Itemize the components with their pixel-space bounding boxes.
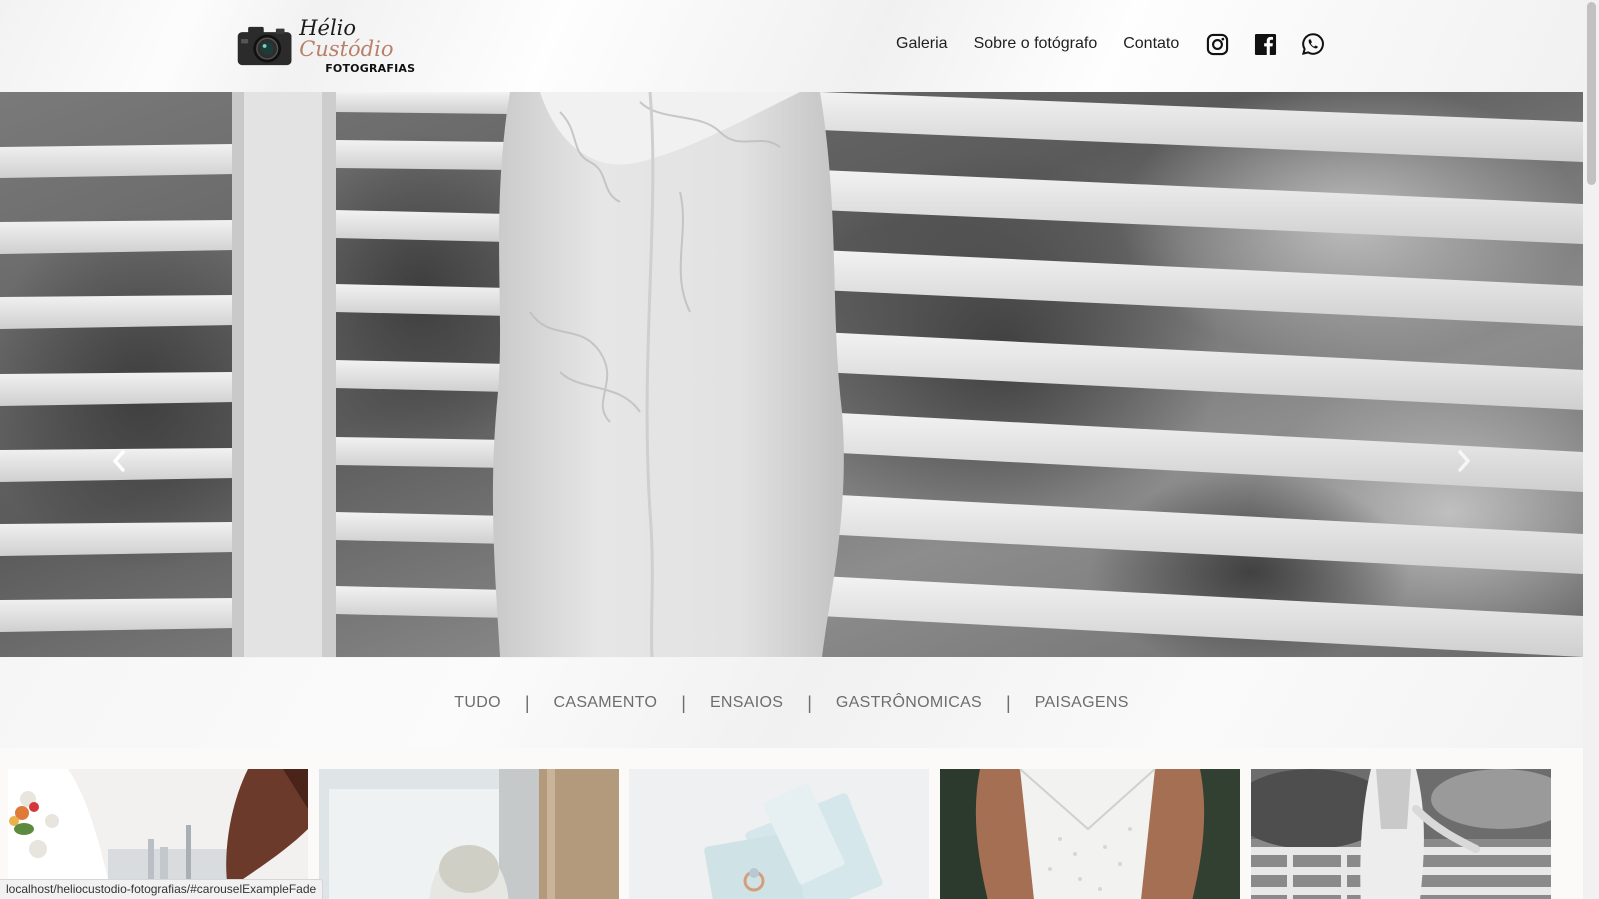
nav-sobre[interactable]: Sobre o fotógrafo xyxy=(974,35,1098,53)
gallery-thumbnail-bride-by-window[interactable] xyxy=(319,769,619,899)
filter-ensaios[interactable]: ENSAIOS xyxy=(710,694,783,712)
chevron-left-icon xyxy=(113,450,125,472)
hero-carousel[interactable] xyxy=(0,92,1583,657)
facebook-icon[interactable] xyxy=(1253,32,1277,56)
brand-subtitle: FOTOGRAFIAS xyxy=(325,62,416,75)
filter-separator: | xyxy=(1006,692,1011,713)
instagram-icon[interactable] xyxy=(1205,32,1229,56)
whatsapp-icon[interactable] xyxy=(1301,32,1325,56)
browser-status-bar: localhost/heliocustodio-fotografias/#car… xyxy=(0,879,324,899)
page-scrollbar[interactable] xyxy=(1583,0,1599,899)
brand-logo[interactable]: Hélio Custódio FOTOGRAFIAS xyxy=(236,18,436,74)
gallery-thumbnail-bride-dress-detail[interactable] xyxy=(940,769,1240,899)
carousel-next-button[interactable] xyxy=(1453,447,1475,475)
brand-name-second: Custódio xyxy=(299,37,394,61)
nav-galeria[interactable]: Galeria xyxy=(896,35,948,53)
scrollbar-thumb[interactable] xyxy=(1587,2,1596,185)
filter-separator: | xyxy=(807,692,812,713)
site-header: Hélio Custódio FOTOGRAFIAS Galeria Sobre… xyxy=(0,0,1583,92)
filter-tudo[interactable]: TUDO xyxy=(454,694,501,712)
main-nav: Galeria Sobre o fotógrafo Contato xyxy=(896,28,1325,60)
filter-gastronomicas[interactable]: GASTRÔNOMICAS xyxy=(836,694,982,712)
chevron-right-icon xyxy=(1458,450,1470,472)
gallery-thumbnail-bride-on-balcony[interactable] xyxy=(1251,769,1551,899)
photo-gallery xyxy=(0,748,1583,899)
brand-wordmark: Hélio Custódio FOTOGRAFIAS xyxy=(299,18,436,75)
filter-separator: | xyxy=(681,692,686,713)
gallery-filter-bar: TUDO | CASAMENTO | ENSAIOS | GASTRÔNOMIC… xyxy=(0,658,1583,748)
carousel-slide-image xyxy=(0,92,1583,657)
filter-casamento[interactable]: CASAMENTO xyxy=(554,694,658,712)
carousel-prev-button[interactable] xyxy=(108,447,130,475)
gallery-thumbnail-rings-on-table[interactable] xyxy=(629,769,929,899)
filter-separator: | xyxy=(524,692,530,713)
camera-logo-icon xyxy=(237,26,292,66)
nav-contato[interactable]: Contato xyxy=(1123,35,1179,53)
filter-paisagens[interactable]: PAISAGENS xyxy=(1035,694,1129,712)
brand-name: Hélio Custódio xyxy=(299,18,436,60)
